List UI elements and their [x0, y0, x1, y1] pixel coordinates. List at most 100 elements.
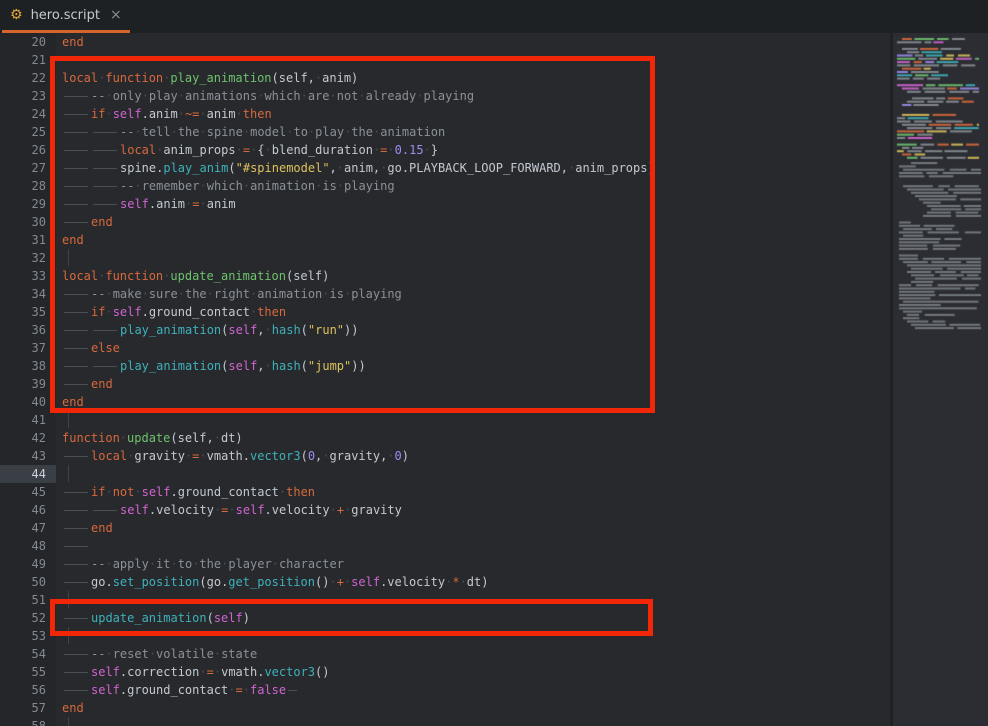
code-line[interactable]: 56self.ground_contact·=·false — [0, 681, 890, 699]
code-line[interactable]: 37else — [0, 339, 890, 357]
line-number: 52 — [0, 609, 56, 627]
code-editor-window: ⚙ hero.script × 20end2122local·function·… — [0, 0, 988, 726]
code-line[interactable]: 28--·remember·which·animation·is·playing — [0, 177, 890, 195]
code-line[interactable]: 40end — [0, 393, 890, 411]
code-line-text: self.velocity·=·self.velocity·+·gravity — [56, 501, 402, 519]
code-line[interactable]: 34--·make·sure·the·right·animation·is·pl… — [0, 285, 890, 303]
code-line[interactable]: 24if·self.anim·~=·anim·then — [0, 105, 890, 123]
tab-whitespace-marker — [62, 375, 91, 393]
line-number: 27 — [0, 159, 56, 177]
code-editor[interactable]: 20end2122local·function·play_animation(s… — [0, 33, 890, 726]
code-line[interactable]: 35if·self.ground_contact·then — [0, 303, 890, 321]
code-line-text: local·gravity·=·vmath.vector3(0,·gravity… — [56, 447, 409, 465]
code-line[interactable]: 30end — [0, 213, 890, 231]
code-line[interactable]: 58 — [0, 717, 890, 726]
code-line[interactable]: 44 — [0, 465, 890, 483]
code-line[interactable]: 49--·apply·it·to·the·player·character — [0, 555, 890, 573]
code-line[interactable]: 23--·only·play·animations·which·are·not·… — [0, 87, 890, 105]
code-line[interactable]: 39end — [0, 375, 890, 393]
code-line[interactable]: 57end — [0, 699, 890, 717]
tab-whitespace-marker — [62, 645, 91, 663]
code-line[interactable]: 52update_animation(self) — [0, 609, 890, 627]
code-line[interactable]: 46self.velocity·=·self.velocity·+·gravit… — [0, 501, 890, 519]
line-number: 21 — [0, 51, 56, 69]
code-line[interactable]: 42function·update(self,·dt) — [0, 429, 890, 447]
tab-whitespace-marker — [62, 681, 91, 699]
tab-whitespace-marker — [62, 213, 91, 231]
code-line-text: --·only·play·animations·which·are·not·al… — [56, 87, 474, 105]
code-line-text — [56, 411, 69, 429]
code-line-text: self.correction·=·vmath.vector3() — [56, 663, 329, 681]
code-line[interactable]: 47end — [0, 519, 890, 537]
code-line[interactable]: 29self.anim·=·anim — [0, 195, 890, 213]
tab-whitespace-marker — [62, 357, 91, 375]
line-number: 33 — [0, 267, 56, 285]
line-number: 48 — [0, 537, 56, 555]
code-line-text: play_animation(self,·hash("jump")) — [56, 357, 366, 375]
code-line[interactable]: 27spine.play_anim("#spinemodel",·anim,·g… — [0, 159, 890, 177]
code-line-text — [56, 627, 69, 645]
code-line[interactable]: 20end — [0, 33, 890, 51]
line-number: 24 — [0, 105, 56, 123]
line-number: 29 — [0, 195, 56, 213]
code-line-text: --·make·sure·the·right·animation·is·play… — [56, 285, 402, 303]
line-number: 49 — [0, 555, 56, 573]
code-line[interactable]: 48 — [0, 537, 890, 555]
tab-hero-script[interactable]: ⚙ hero.script × — [0, 0, 132, 30]
close-icon[interactable]: × — [110, 8, 122, 22]
line-number: 51 — [0, 591, 56, 609]
code-line[interactable]: 55self.correction·=·vmath.vector3() — [0, 663, 890, 681]
code-line-text: function·update(self,·dt) — [56, 429, 243, 447]
code-line[interactable]: 25--·tell·the·spine·model·to·play·the·an… — [0, 123, 890, 141]
line-number: 40 — [0, 393, 56, 411]
line-number: 43 — [0, 447, 56, 465]
line-number: 53 — [0, 627, 56, 645]
code-line[interactable]: 21 — [0, 51, 890, 69]
code-line[interactable]: 22local·function·play_animation(self,·an… — [0, 69, 890, 87]
code-line[interactable]: 36play_animation(self,·hash("run")) — [0, 321, 890, 339]
tab-whitespace-marker — [91, 195, 120, 213]
code-line[interactable]: 45if·not·self.ground_contact·then — [0, 483, 890, 501]
indent-guide — [68, 627, 69, 644]
code-line[interactable]: 38play_animation(self,·hash("jump")) — [0, 357, 890, 375]
code-line[interactable]: 26local·anim_props·=·{·blend_duration·=·… — [0, 141, 890, 159]
tab-whitespace-marker — [62, 573, 91, 591]
code-line[interactable]: 43local·gravity·=·vmath.vector3(0,·gravi… — [0, 447, 890, 465]
line-number: 46 — [0, 501, 56, 519]
line-number: 45 — [0, 483, 56, 501]
code-line-text — [56, 717, 69, 726]
line-number: 28 — [0, 177, 56, 195]
tab-bar: ⚙ hero.script × — [0, 0, 988, 33]
trailing-whitespace-marker — [286, 681, 298, 699]
code-line[interactable]: 50go.set_position(go.get_position()·+·se… — [0, 573, 890, 591]
code-line-text: self.ground_contact·=·false — [56, 681, 298, 699]
tab-whitespace-marker — [62, 105, 91, 123]
tab-whitespace-marker — [62, 555, 91, 573]
line-number: 32 — [0, 249, 56, 267]
code-line-text: end — [56, 231, 84, 249]
code-line[interactable]: 51 — [0, 591, 890, 609]
code-line[interactable]: 41 — [0, 411, 890, 429]
tab-whitespace-marker — [91, 177, 120, 195]
code-line[interactable]: 31end — [0, 231, 890, 249]
code-line-text: else — [56, 339, 120, 357]
tab-whitespace-marker — [62, 285, 91, 303]
code-line-text: local·anim_props·=·{·blend_duration·=·0.… — [56, 141, 438, 159]
tab-whitespace-marker — [91, 159, 120, 177]
code-line[interactable]: 53 — [0, 627, 890, 645]
line-number: 23 — [0, 87, 56, 105]
tab-whitespace-marker — [62, 519, 91, 537]
tab-whitespace-marker — [62, 537, 91, 555]
tab-whitespace-marker — [62, 609, 91, 627]
code-line-text: --·reset·volatile·state — [56, 645, 257, 663]
tab-whitespace-marker — [91, 357, 120, 375]
code-line-text: end — [56, 519, 113, 537]
line-number: 36 — [0, 321, 56, 339]
code-line[interactable]: 54--·reset·volatile·state — [0, 645, 890, 663]
line-number: 50 — [0, 573, 56, 591]
code-line[interactable]: 33local·function·update_animation(self) — [0, 267, 890, 285]
minimap[interactable] — [893, 33, 988, 726]
code-line-text: local·function·update_animation(self) — [56, 267, 329, 285]
line-number: 41 — [0, 411, 56, 429]
code-line[interactable]: 32 — [0, 249, 890, 267]
